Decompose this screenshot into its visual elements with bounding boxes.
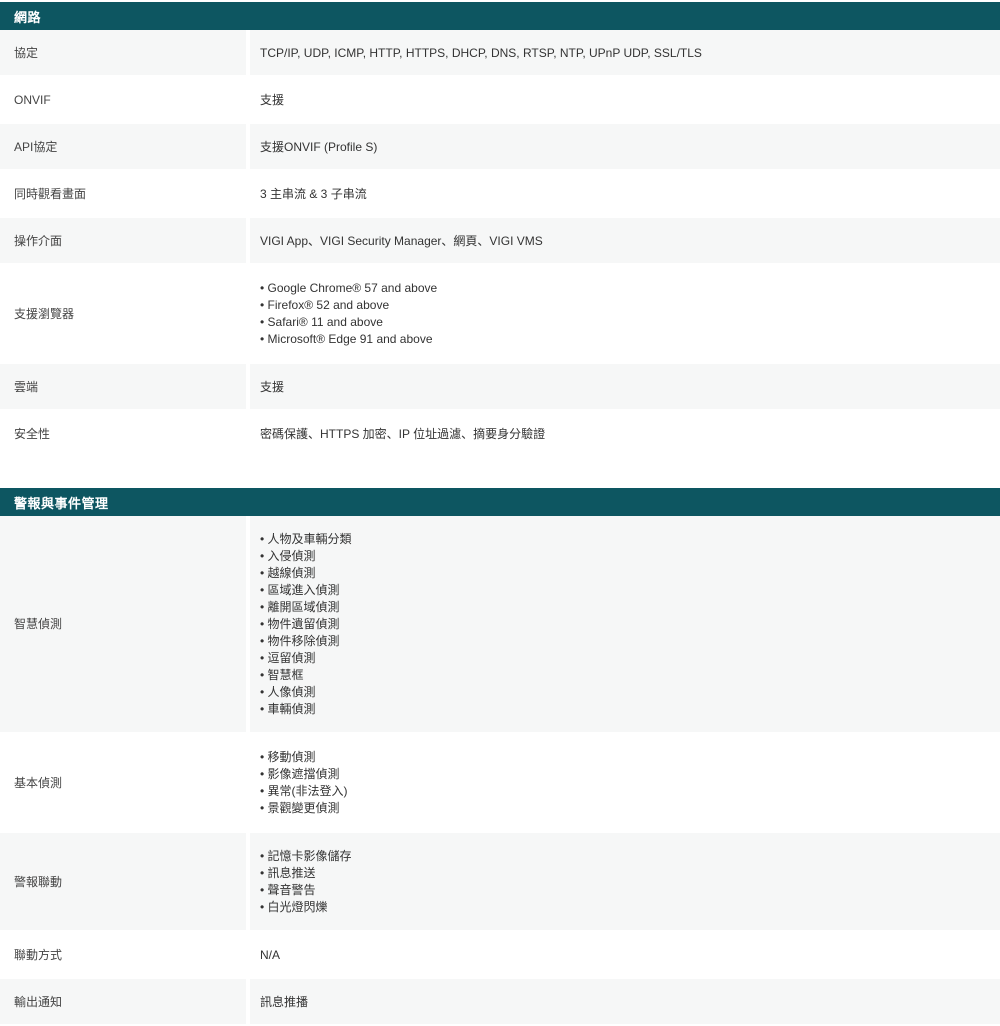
bullet-item: Google Chrome® 57 and above: [260, 280, 437, 296]
bullet-item: 智慧框: [260, 667, 352, 683]
spec-section: 網路 協定 TCP/IP, UDP, ICMP, HTTP, HTTPS, DH…: [0, 2, 1000, 458]
bullet-item: 記憶卡影像儲存: [260, 848, 352, 864]
spec-row-label: API協定: [0, 124, 246, 169]
bullet-item: 影像遮擋偵測: [260, 766, 348, 782]
spec-row-value: Google Chrome® 57 and aboveFirefox® 52 a…: [250, 265, 1000, 362]
bullet-item: Microsoft® Edge 91 and above: [260, 331, 437, 347]
spec-row-label: 輸出通知: [0, 979, 246, 1024]
spec-row: ONVIF 支援: [0, 77, 1000, 124]
bullet-item: 異常(非法登入): [260, 783, 348, 799]
spec-row: API協定 支援ONVIF (Profile S): [0, 124, 1000, 171]
spec-tables-container: 網路 協定 TCP/IP, UDP, ICMP, HTTP, HTTPS, DH…: [0, 2, 1000, 1026]
spec-row: 雲端 支援: [0, 364, 1000, 411]
spec-section: 警報與事件管理 智慧偵測 人物及車輛分類入侵偵測越線偵測區域進入偵測離開區域偵測…: [0, 488, 1000, 1026]
spec-row-value: 3 主串流 & 3 子串流: [250, 171, 1000, 216]
spec-row: 支援瀏覽器 Google Chrome® 57 and aboveFirefox…: [0, 265, 1000, 364]
spec-row-value: 人物及車輛分類入侵偵測越線偵測區域進入偵測離開區域偵測物件遺留偵測物件移除偵測逗…: [250, 516, 1000, 732]
bullet-item: 白光燈閃爍: [260, 899, 352, 915]
bullet-item: 移動偵測: [260, 749, 348, 765]
section-header-bar: 網路: [0, 2, 1000, 30]
spec-page: 網路 協定 TCP/IP, UDP, ICMP, HTTP, HTTPS, DH…: [0, 0, 1000, 1026]
bullet-item: Firefox® 52 and above: [260, 297, 437, 313]
section-rows: 智慧偵測 人物及車輛分類入侵偵測越線偵測區域進入偵測離開區域偵測物件遺留偵測物件…: [0, 516, 1000, 1026]
bullet-item: 物件遺留偵測: [260, 616, 352, 632]
bullet-list: Google Chrome® 57 and aboveFirefox® 52 a…: [260, 279, 437, 348]
spec-row-label: 支援瀏覽器: [0, 265, 246, 362]
bullet-item: 區域進入偵測: [260, 582, 352, 598]
spec-row-value: 移動偵測影像遮擋偵測異常(非法登入)景觀變更偵測: [250, 734, 1000, 831]
bullet-item: 聲音警告: [260, 882, 352, 898]
spec-row-value: 密碼保護、HTTPS 加密、IP 位址過濾、摘要身分驗證: [250, 411, 1000, 456]
spec-row-value: TCP/IP, UDP, ICMP, HTTP, HTTPS, DHCP, DN…: [250, 30, 1000, 75]
bullet-item: 人像偵測: [260, 684, 352, 700]
section-title: 警報與事件管理: [14, 493, 109, 512]
spec-row-label: 聯動方式: [0, 932, 246, 977]
bullet-list: 記憶卡影像儲存訊息推送聲音警告白光燈閃爍: [260, 847, 352, 916]
spec-row: 輸出通知 訊息推播: [0, 979, 1000, 1026]
bullet-item: 車輛偵測: [260, 701, 352, 717]
spec-row: 智慧偵測 人物及車輛分類入侵偵測越線偵測區域進入偵測離開區域偵測物件遺留偵測物件…: [0, 516, 1000, 734]
spec-row: 基本偵測 移動偵測影像遮擋偵測異常(非法登入)景觀變更偵測: [0, 734, 1000, 833]
spec-row-value: N/A: [250, 932, 1000, 977]
spec-row: 同時觀看畫面 3 主串流 & 3 子串流: [0, 171, 1000, 218]
bullet-item: 景觀變更偵測: [260, 800, 348, 816]
spec-row-value: 支援ONVIF (Profile S): [250, 124, 1000, 169]
spec-row: 安全性 密碼保護、HTTPS 加密、IP 位址過濾、摘要身分驗證: [0, 411, 1000, 458]
bullet-list: 移動偵測影像遮擋偵測異常(非法登入)景觀變更偵測: [260, 748, 348, 817]
spec-row-value: VIGI App、VIGI Security Manager、網頁、VIGI V…: [250, 218, 1000, 263]
spec-row-label: 智慧偵測: [0, 516, 246, 732]
spec-row: 協定 TCP/IP, UDP, ICMP, HTTP, HTTPS, DHCP,…: [0, 30, 1000, 77]
spec-row-label: 安全性: [0, 411, 246, 456]
bullet-item: Safari® 11 and above: [260, 314, 437, 330]
bullet-item: 人物及車輛分類: [260, 531, 352, 547]
spec-row-value: 支援: [250, 364, 1000, 409]
spec-row-label: 警報聯動: [0, 833, 246, 930]
bullet-list: 人物及車輛分類入侵偵測越線偵測區域進入偵測離開區域偵測物件遺留偵測物件移除偵測逗…: [260, 530, 352, 718]
spec-row-value: 訊息推播: [250, 979, 1000, 1024]
bullet-item: 逗留偵測: [260, 650, 352, 666]
bullet-item: 越線偵測: [260, 565, 352, 581]
bullet-item: 訊息推送: [260, 865, 352, 881]
spec-row-label: 操作介面: [0, 218, 246, 263]
spec-row: 操作介面 VIGI App、VIGI Security Manager、網頁、V…: [0, 218, 1000, 265]
spec-row-label: 雲端: [0, 364, 246, 409]
section-rows: 協定 TCP/IP, UDP, ICMP, HTTP, HTTPS, DHCP,…: [0, 30, 1000, 458]
bullet-item: 入侵偵測: [260, 548, 352, 564]
section-title: 網路: [14, 7, 41, 26]
spec-row-value: 支援: [250, 77, 1000, 122]
spec-row-label: ONVIF: [0, 77, 246, 122]
spec-row-label: 基本偵測: [0, 734, 246, 831]
spec-row-label: 同時觀看畫面: [0, 171, 246, 216]
spec-row: 警報聯動 記憶卡影像儲存訊息推送聲音警告白光燈閃爍: [0, 833, 1000, 932]
spec-row-label: 協定: [0, 30, 246, 75]
spec-row: 聯動方式 N/A: [0, 932, 1000, 979]
bullet-item: 物件移除偵測: [260, 633, 352, 649]
bullet-item: 離開區域偵測: [260, 599, 352, 615]
section-header-bar: 警報與事件管理: [0, 488, 1000, 516]
spec-row-value: 記憶卡影像儲存訊息推送聲音警告白光燈閃爍: [250, 833, 1000, 930]
